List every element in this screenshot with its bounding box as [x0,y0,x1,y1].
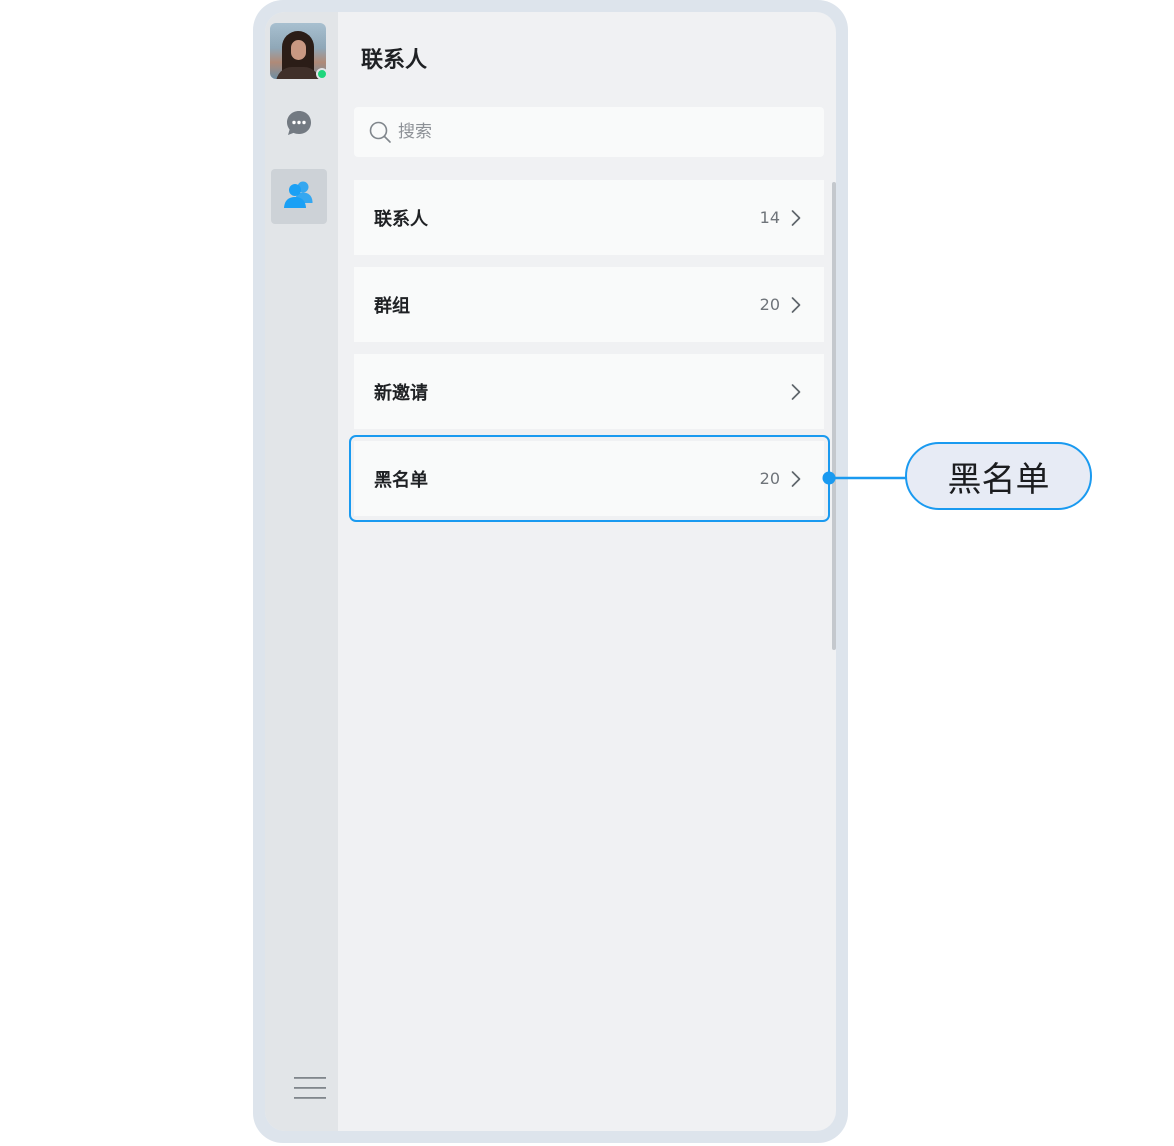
menu-item-label: 黑名单 [374,469,428,491]
search-bar[interactable] [354,107,824,157]
callout-label: 黑名单 [905,442,1092,510]
menu-item-label: 群组 [374,295,410,317]
menu-item-count: 20 [759,295,780,314]
search-icon [368,120,392,144]
chevron-right-icon [790,470,804,488]
avatar-face [291,40,306,60]
page-title: 联系人 [361,48,428,73]
online-status-dot [316,68,328,80]
menu-item-groups[interactable]: 群组 20 [354,267,824,342]
callout-connector [822,471,912,485]
scrollbar[interactable] [832,182,836,650]
chat-bubble-icon [284,108,314,142]
hamburger-menu-icon [293,1075,327,1105]
chevron-right-icon [790,209,804,227]
nav-contacts-button[interactable] [271,169,327,224]
chevron-right-icon [790,296,804,314]
chevron-right-icon [790,383,804,401]
phone-frame: 联系人 联系人 14 [253,0,848,1143]
nav-chat-button[interactable] [284,110,314,140]
search-input[interactable] [398,122,798,142]
menu-item-count: 20 [759,469,780,488]
menu-item-count: 14 [759,208,780,227]
menu-item-blacklist[interactable]: 黑名单 20 [354,441,824,516]
menu-item-label: 新邀请 [374,382,428,404]
menu-item-new-invites[interactable]: 新邀请 [354,354,824,429]
sidebar [265,12,338,1131]
app-screen: 联系人 联系人 14 [265,12,836,1131]
main-panel: 联系人 联系人 14 [338,12,836,1131]
contacts-icon [282,178,316,216]
menu-item-contacts[interactable]: 联系人 14 [354,180,824,255]
menu-button[interactable] [293,1075,327,1105]
menu-item-label: 联系人 [374,208,428,230]
